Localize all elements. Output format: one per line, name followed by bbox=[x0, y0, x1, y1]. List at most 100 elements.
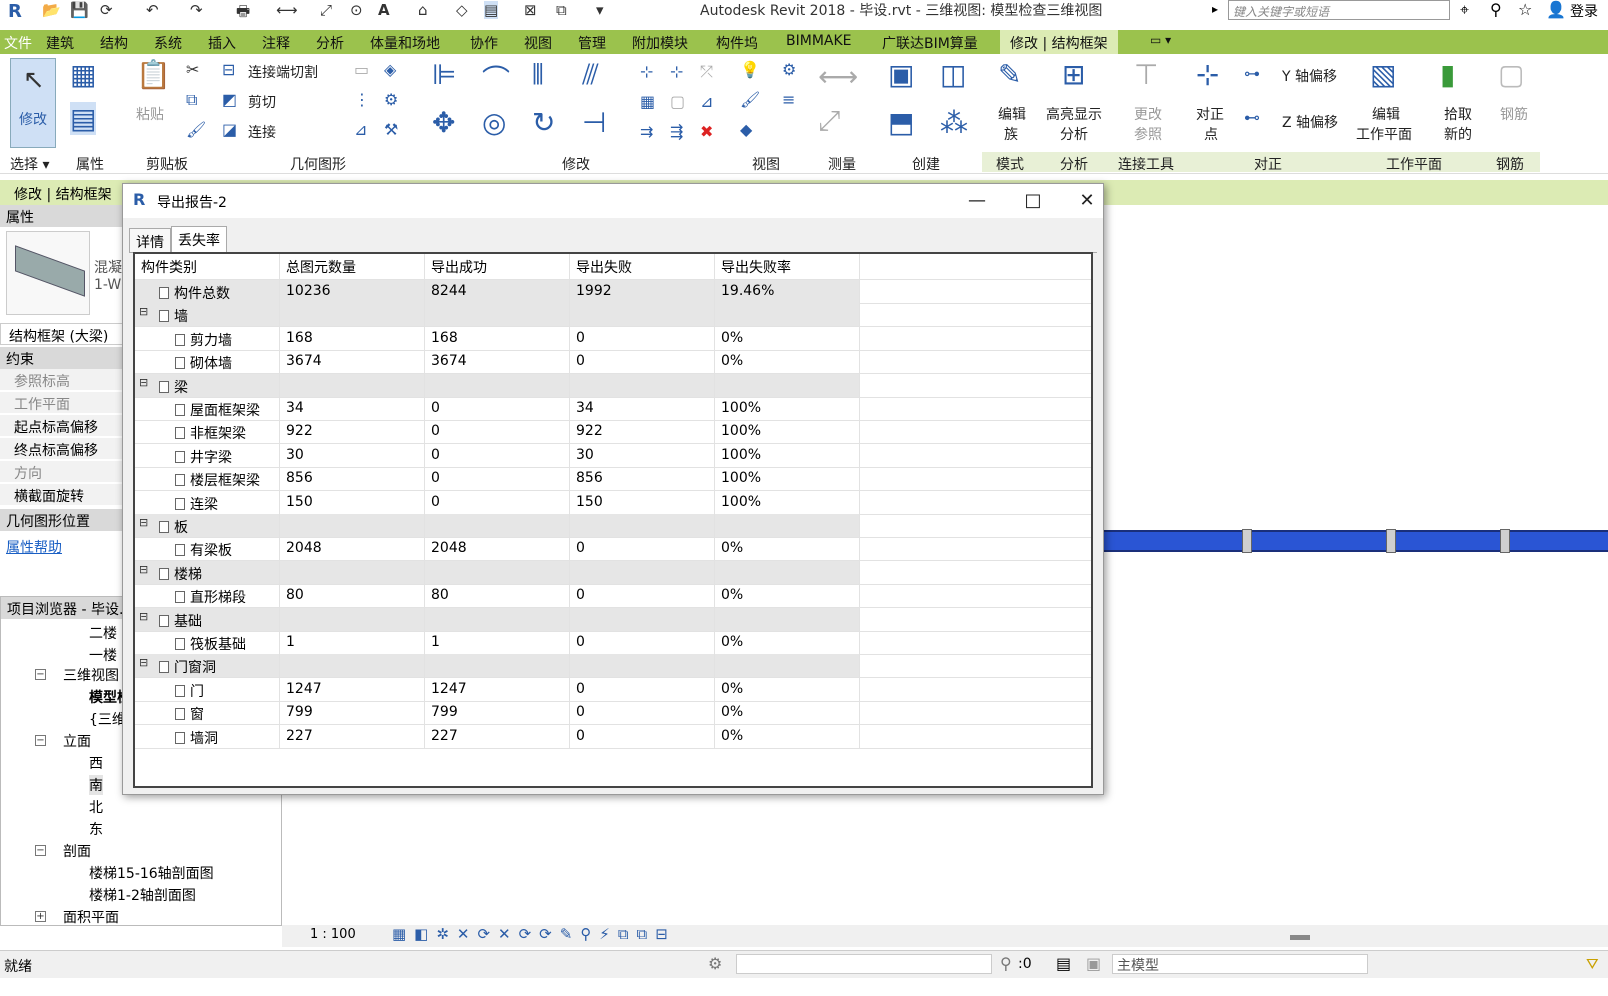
table-row[interactable]: ⊟ 基础 bbox=[135, 607, 1091, 632]
table-row[interactable]: ⊟ 楼梯 bbox=[135, 560, 1091, 585]
instance-selector[interactable]: 结构框架 (大梁) ( bbox=[0, 323, 124, 362]
browser-item[interactable]: 一楼 bbox=[89, 645, 117, 665]
browser-item-area-plans[interactable]: 面积平面 bbox=[63, 907, 119, 927]
match-type-icon[interactable]: 🖌 bbox=[186, 120, 206, 139]
table-row[interactable]: 楼层框架梁 856 0 856 100% bbox=[135, 467, 1091, 492]
table-row[interactable]: 屋面框架梁 34 0 34 100% bbox=[135, 397, 1091, 421]
trim-icon[interactable]: ⊣ bbox=[582, 106, 606, 139]
trim-multi-icon[interactable]: ⇉ bbox=[640, 122, 653, 141]
create-assembly-icon[interactable]: ⬒ bbox=[888, 106, 914, 139]
hide-icon[interactable]: 💡 bbox=[740, 60, 760, 79]
login-link[interactable]: 登录 bbox=[1570, 1, 1598, 21]
col-fail-rate[interactable]: 导出失败率 bbox=[715, 254, 860, 279]
create-group-icon[interactable]: ▣ bbox=[888, 58, 914, 91]
maximize-icon[interactable]: □ bbox=[1013, 188, 1053, 214]
print-icon[interactable]: 🖶 bbox=[236, 1, 250, 26]
type-name[interactable]: 混凝 bbox=[94, 257, 122, 277]
cut-geometry-icon[interactable]: ◩ bbox=[222, 90, 237, 109]
split-gap-icon[interactable]: ⊹ bbox=[670, 62, 683, 81]
join-label[interactable]: 连接 bbox=[248, 122, 276, 142]
table-row[interactable]: ⊟ 门窗洞 bbox=[135, 654, 1091, 679]
scroll-thumb[interactable] bbox=[1290, 935, 1310, 940]
sync-icon[interactable]: ⟳ bbox=[100, 1, 113, 19]
col-success[interactable]: 导出成功 bbox=[425, 254, 570, 279]
edit-workplane-icon[interactable]: ▧ bbox=[1370, 58, 1396, 91]
text-icon[interactable]: A bbox=[378, 1, 390, 19]
menu-file[interactable]: 文件 bbox=[4, 33, 32, 53]
browser-item-elevations[interactable]: 立面 bbox=[63, 731, 91, 751]
z-offset-label[interactable]: Z 轴偏移 bbox=[1282, 112, 1338, 132]
table-row[interactable]: ⊟ 梁 bbox=[135, 373, 1091, 398]
change-reference-icon[interactable]: ⊤ bbox=[1134, 58, 1158, 91]
menu-architecture[interactable]: 建筑 bbox=[46, 33, 74, 53]
open-icon[interactable]: 📂 bbox=[42, 1, 61, 19]
aligned-dimension-icon[interactable]: ⟷ bbox=[818, 60, 858, 93]
exclude-options-icon[interactable]: ▣ bbox=[1086, 954, 1101, 973]
menu-collaborate[interactable]: 协作 bbox=[470, 33, 498, 53]
paste-icon[interactable]: 📋 bbox=[136, 58, 171, 91]
dialog-titlebar[interactable]: R 导出报告-2 — □ ✕ bbox=[123, 184, 1103, 218]
group-select[interactable]: 选择 ▾ bbox=[10, 154, 49, 174]
paint-icon[interactable]: ◈ bbox=[384, 60, 396, 79]
wall-join-icon[interactable]: ▭ bbox=[354, 60, 369, 79]
browser-item-3d-views[interactable]: 三维视图 bbox=[63, 665, 119, 685]
mirror-draw-icon[interactable]: ⫻ bbox=[582, 58, 599, 92]
table-row[interactable]: 构件总数 10236 8244 1992 19.46% bbox=[135, 280, 1091, 304]
browser-item[interactable]: 二楼 bbox=[89, 623, 117, 643]
prop-work-plane[interactable]: 工作平面 bbox=[0, 392, 124, 414]
join-cut-label[interactable]: 连接端切割 bbox=[248, 62, 318, 82]
rotate-icon[interactable]: ↻ bbox=[532, 106, 555, 139]
justify-point-icon[interactable]: ⊹ bbox=[1196, 58, 1219, 91]
menu-bimmake[interactable]: BIMMAKE bbox=[786, 33, 852, 49]
tab-details[interactable]: 详情 bbox=[129, 228, 171, 252]
menu-analyze[interactable]: 分析 bbox=[316, 33, 344, 53]
browser-item[interactable]: 北 bbox=[89, 797, 103, 817]
selected-beam[interactable] bbox=[1104, 529, 1608, 553]
edit-family-icon[interactable]: ✎ bbox=[998, 58, 1021, 91]
editable-icon[interactable]: ⚲ bbox=[1000, 954, 1012, 973]
menu-structure[interactable]: 结构 bbox=[100, 33, 128, 53]
switch-windows-icon[interactable]: ⧉ bbox=[556, 1, 567, 19]
tab-loss-rate[interactable]: 丢失率 bbox=[171, 226, 227, 252]
worksets-icon[interactable]: ⚙ bbox=[708, 954, 722, 973]
y-offset-label[interactable]: Y 轴偏移 bbox=[1282, 66, 1337, 86]
demolish-icon[interactable]: ⚙ bbox=[384, 90, 398, 109]
collapse-icon[interactable]: ⊟ bbox=[139, 656, 148, 669]
beam-grip[interactable] bbox=[1242, 529, 1252, 553]
close-hidden-icon[interactable]: ⊠ bbox=[524, 1, 537, 19]
delete-icon[interactable]: ✖ bbox=[700, 122, 713, 141]
type-name-2[interactable]: 1-W bbox=[94, 277, 121, 293]
collapse-icon[interactable]: − bbox=[35, 735, 46, 746]
tag-icon[interactable]: ⊙ bbox=[350, 1, 363, 19]
table-row[interactable]: 窗 799 799 0 0% bbox=[135, 701, 1091, 726]
browser-item-south[interactable]: 南 bbox=[89, 775, 103, 795]
table-row[interactable]: 井字梁 30 0 30 100% bbox=[135, 443, 1091, 468]
menu-systems[interactable]: 系统 bbox=[154, 33, 182, 53]
collapse-icon[interactable]: ⊟ bbox=[139, 610, 148, 623]
move-icon[interactable]: ✥ bbox=[432, 106, 455, 139]
menu-view[interactable]: 视图 bbox=[524, 33, 552, 53]
z-offset-icon[interactable]: ⊷ bbox=[1244, 108, 1260, 127]
beam-grip[interactable] bbox=[1386, 529, 1396, 553]
user-icon[interactable]: 👤 bbox=[1546, 0, 1566, 19]
selection-box-icon[interactable]: ◆ bbox=[740, 120, 752, 139]
table-row[interactable]: 直形梯段 80 80 0 0% bbox=[135, 584, 1091, 609]
split-icon[interactable]: ⊹ bbox=[640, 62, 653, 81]
prop-group-geometry-position[interactable]: 几何图形位置 bbox=[0, 509, 124, 531]
filter-icon[interactable]: ⛛ bbox=[1586, 955, 1599, 973]
cut-label[interactable]: 剪切 bbox=[248, 92, 276, 112]
view-scale[interactable]: 1 : 100 bbox=[310, 927, 356, 942]
expand-arrow-icon[interactable]: ▸ bbox=[1212, 2, 1218, 16]
menu-modify-framing[interactable]: 修改 | 结构框架 bbox=[1000, 30, 1118, 54]
browser-item[interactable]: {三维 bbox=[89, 709, 126, 729]
line-style-icon[interactable]: ≡ bbox=[782, 90, 795, 109]
search-input[interactable]: 键入关键字或短语 bbox=[1228, 0, 1450, 20]
prop-group-constraints[interactable]: 约束 bbox=[0, 347, 124, 369]
scale-icon[interactable]: ▢ bbox=[670, 92, 685, 111]
revit-logo-icon[interactable]: R bbox=[8, 1, 22, 22]
similar-icon[interactable]: ⁂ bbox=[940, 106, 968, 139]
thin-lines-icon[interactable]: ▤ bbox=[484, 1, 499, 19]
type-properties-icon[interactable]: ▦ bbox=[70, 58, 96, 91]
table-row[interactable]: 筏板基础 1 1 0 0% bbox=[135, 631, 1091, 655]
mirror-axis-icon[interactable]: ⫴ bbox=[532, 58, 544, 92]
